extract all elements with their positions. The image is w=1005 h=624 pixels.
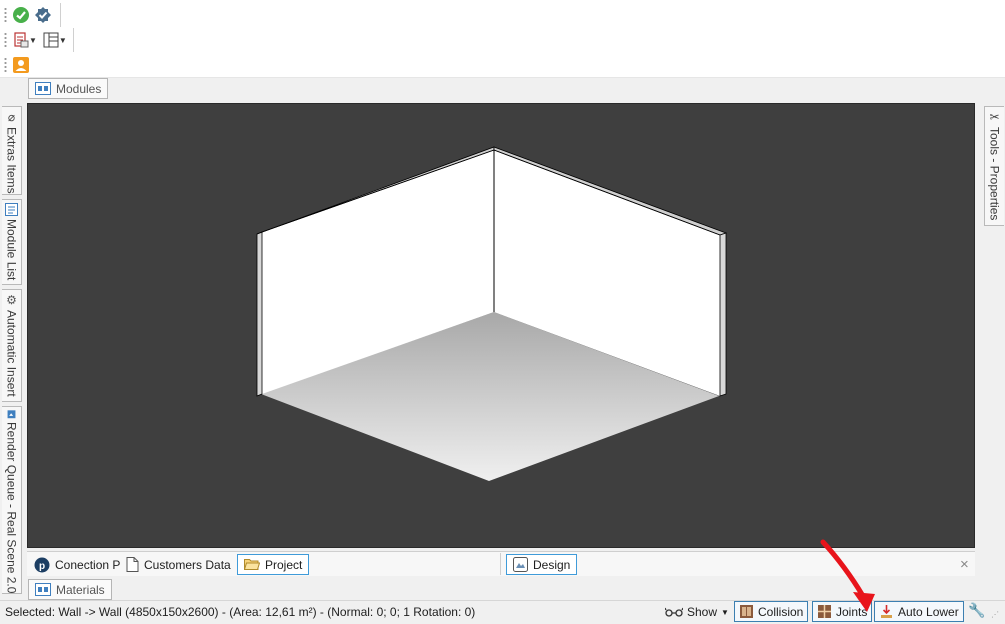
tab-project-label: Project: [265, 557, 303, 572]
tab-modules-label: Modules: [56, 81, 102, 96]
tab-design-label: Design: [533, 557, 571, 572]
sidebar-tab-label: Automatic Insert: [4, 310, 19, 397]
auto-lower-button[interactable]: Auto Lower: [874, 601, 964, 622]
sidebar-tab-extras-items[interactable]: ⌀ Extras Items: [2, 106, 22, 195]
tab-conection-p[interactable]: p Conection P: [28, 554, 126, 575]
toolbar-grip[interactable]: [4, 7, 7, 23]
toolbar-row-2-border: [73, 28, 74, 52]
tab-modules[interactable]: Modules: [28, 78, 109, 99]
toolbar-row-3: [0, 52, 32, 78]
badge-check-icon[interactable]: [32, 4, 54, 26]
toolbar-area: [0, 0, 1005, 78]
room-wall-left-edge[interactable]: [256, 231, 263, 397]
status-selected-text: Selected: Wall -> Wall (4850x150x2600) -…: [5, 605, 476, 619]
sidebar-tab-render-queue[interactable]: Render Queue - Real Scene 2.0: [2, 406, 22, 594]
wrench-icon: ⚙: [6, 293, 17, 307]
collision-button[interactable]: Collision: [734, 601, 809, 622]
sidebar-tab-label: Render Queue - Real Scene 2.0: [4, 421, 19, 593]
chevron-down-icon[interactable]: ▼: [29, 36, 37, 45]
svg-text:p: p: [39, 561, 45, 572]
sidebar-tab-label: Tools - Properties: [987, 127, 1002, 221]
annotation-arrow: [820, 539, 875, 612]
show-dropdown[interactable]: Show ▼: [665, 603, 729, 621]
collision-icon: [740, 605, 753, 618]
sidebar-tab-automatic-insert[interactable]: ⚙ Automatic Insert: [2, 289, 22, 402]
materials-icon: [35, 583, 51, 596]
tab-customers-data[interactable]: Customers Data: [120, 554, 237, 575]
chevron-down-icon: ▼: [721, 607, 729, 617]
check-circle-icon[interactable]: [10, 4, 32, 26]
viewport-3d[interactable]: [27, 103, 975, 548]
resize-grip-icon[interactable]: ⋰: [991, 610, 999, 619]
toolbar-row-1: [0, 2, 54, 28]
toolbar-row-1-border: [60, 3, 61, 27]
tab-project[interactable]: Project: [237, 554, 310, 575]
toolbar-grip[interactable]: [4, 32, 7, 48]
toolbar-row-2: ▼ ▼: [0, 27, 70, 53]
tab-design[interactable]: Design: [506, 554, 578, 575]
tab-strip-divider: [500, 553, 501, 575]
close-icon[interactable]: ×: [960, 556, 969, 573]
p-circle-icon: p: [34, 557, 50, 572]
render-icon: [7, 410, 16, 419]
sidebar-tab-tools-properties[interactable]: ✂ Tools - Properties: [984, 106, 1004, 226]
tab-conection-p-label: Conection P: [55, 557, 121, 572]
sidebar-tab-module-list[interactable]: Module List: [2, 199, 22, 285]
tab-materials[interactable]: Materials: [28, 579, 112, 600]
design-icon: [513, 557, 528, 572]
modules-icon: [35, 82, 51, 95]
tools-icon: ✂: [989, 110, 1000, 124]
room-wall-right-edge[interactable]: [719, 232, 727, 397]
tab-customers-data-label: Customers Data: [144, 557, 231, 572]
sidebar-tab-label: Module List: [4, 219, 19, 281]
user-orange-icon[interactable]: [10, 54, 32, 76]
chevron-down-icon[interactable]: ▼: [59, 36, 67, 45]
folder-open-icon: [244, 559, 260, 570]
toolbar-grip[interactable]: [4, 57, 7, 73]
list-icon: [5, 203, 18, 216]
room-render[interactable]: [28, 104, 976, 549]
auto-lower-label: Auto Lower: [898, 604, 959, 619]
document-icon: [126, 557, 139, 572]
tab-materials-label: Materials: [56, 582, 105, 597]
paperclip-icon: ⌀: [7, 110, 16, 124]
collision-label: Collision: [758, 604, 804, 619]
show-label: Show: [687, 605, 718, 619]
sidebar-tab-label: Extras Items: [4, 127, 19, 194]
wrench-icon[interactable]: 🔧: [968, 602, 985, 619]
glasses-icon: [665, 607, 683, 617]
